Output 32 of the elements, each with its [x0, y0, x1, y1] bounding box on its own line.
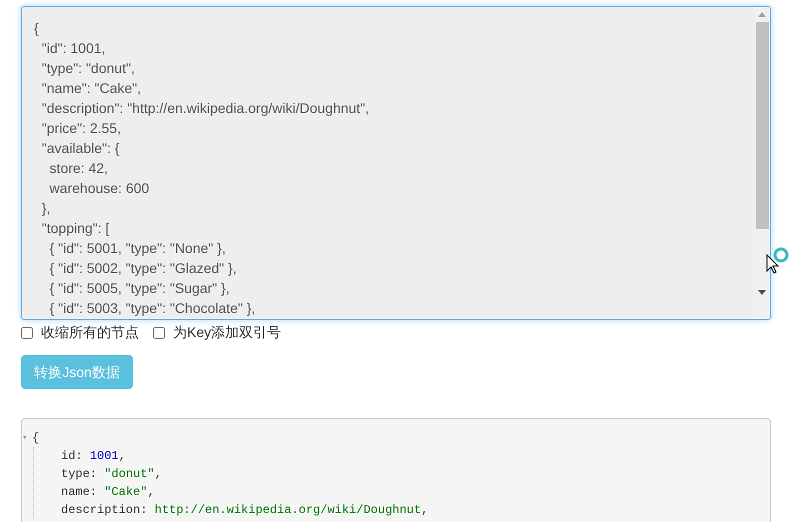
code-line: "id": 1001, [40, 39, 106, 58]
code-line: "topping": [ [40, 219, 110, 238]
scroll-up-icon[interactable] [758, 12, 766, 17]
scrollbar[interactable] [754, 7, 770, 319]
cursor-icon [765, 246, 791, 276]
option-label: 收缩所有的节点 [41, 323, 139, 342]
option-checkbox[interactable] [153, 326, 165, 338]
convert-button[interactable]: 转换Json数据 [21, 355, 133, 389]
code-line: }, [40, 199, 50, 218]
code-line: warehouse: 600 [48, 179, 150, 198]
code-line: { "id": 5003, "type": "Chocolate" }, [48, 299, 256, 318]
json-entry: type: "donut", [61, 466, 162, 483]
code-line: "name": "Cake", [40, 79, 142, 98]
json-entry: id: 1001, [61, 448, 126, 465]
code-line: { "id": 5001, "type": "None" }, [48, 239, 226, 258]
code-line: { [34, 19, 39, 38]
option-checkbox[interactable] [21, 326, 33, 338]
scroll-thumb[interactable] [756, 22, 768, 229]
code-line: { "id": 5005, "type": "Sugar" }, [48, 279, 230, 298]
json-entry: description: http://en.wikipedia.org/wiki/Doughnut, [61, 502, 428, 519]
option-label: 为Key添加双引号 [173, 323, 282, 342]
code-line: store: 42, [48, 159, 108, 178]
code-line: "description": "http://en.wikipedia.org/wiki/Doughnut", [40, 99, 370, 118]
collapse-toggle[interactable]: ▾ [22, 429, 32, 447]
code-line: { "id": 5002, "type": "Glazed" }, [48, 259, 237, 278]
brace: { [32, 430, 40, 447]
json-input-area[interactable] [21, 6, 771, 320]
code-line: "type": "donut", [40, 59, 135, 78]
code-line: "available": { [40, 139, 120, 158]
json-entry: name: "Cake", [61, 484, 155, 501]
code-line: "price": 2.55, [40, 119, 121, 138]
scroll-down-icon[interactable] [758, 290, 766, 295]
